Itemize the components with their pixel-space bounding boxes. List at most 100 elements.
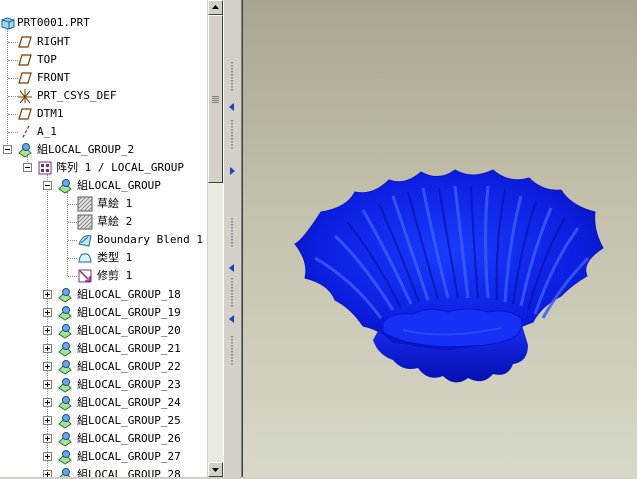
collapse-left-icon[interactable] bbox=[228, 313, 236, 323]
expand-toggle[interactable] bbox=[43, 398, 52, 407]
expand-toggle[interactable] bbox=[43, 326, 52, 335]
tree-item-label: 草絵 1 bbox=[97, 197, 133, 210]
surface-icon bbox=[77, 250, 93, 266]
splitter-grip bbox=[231, 336, 233, 366]
expand-toggle[interactable] bbox=[43, 290, 52, 299]
tree-item-label: 組LOCAL_GROUP_27 bbox=[77, 450, 181, 463]
tree-item-local-group-26[interactable]: 組LOCAL_GROUP_26 bbox=[0, 430, 207, 448]
model-tree: PRT0001.PRT RIGHT TOP FRONT PRT_CSYS_DEF… bbox=[0, 0, 207, 477]
group-icon bbox=[57, 287, 73, 303]
tree-root[interactable]: PRT0001.PRT bbox=[0, 14, 207, 32]
group-icon bbox=[57, 449, 73, 465]
pattern-icon bbox=[37, 160, 53, 176]
tree-item-label: TOP bbox=[37, 53, 57, 66]
tree-item-local-group-20[interactable]: 組LOCAL_GROUP_20 bbox=[0, 322, 207, 340]
tree-item-label: RIGHT bbox=[37, 35, 71, 48]
group-icon bbox=[57, 467, 73, 477]
tree-item-local-group-21[interactable]: 組LOCAL_GROUP_21 bbox=[0, 340, 207, 358]
tree-item-a1[interactable]: A_1 bbox=[0, 123, 207, 141]
expand-toggle[interactable] bbox=[43, 416, 52, 425]
tree-item-local-group-19[interactable]: 組LOCAL_GROUP_19 bbox=[0, 304, 207, 322]
tree-item-label: 組LOCAL_GROUP_18 bbox=[77, 288, 181, 301]
splitter-grip bbox=[231, 120, 233, 150]
datum-axis-icon bbox=[17, 124, 33, 140]
expand-toggle[interactable] bbox=[43, 470, 52, 477]
scroll-thumb[interactable] bbox=[208, 15, 223, 183]
tree-item-type-1[interactable]: 类型 1 bbox=[0, 249, 207, 267]
sketch-icon bbox=[77, 214, 93, 230]
boundary-blend-icon bbox=[77, 232, 93, 248]
tree-item-right[interactable]: RIGHT bbox=[0, 33, 207, 51]
tree-item-local-group-18[interactable]: 組LOCAL_GROUP_18 bbox=[0, 286, 207, 304]
tree-item-local-group-22[interactable]: 組LOCAL_GROUP_22 bbox=[0, 358, 207, 376]
tree-item-top[interactable]: TOP bbox=[0, 51, 207, 69]
expand-toggle[interactable] bbox=[43, 362, 52, 371]
tree-item-label: 組LOCAL_GROUP_24 bbox=[77, 396, 181, 409]
tree-item-label: 組LOCAL_GROUP_22 bbox=[77, 360, 181, 373]
graphics-viewport[interactable] bbox=[243, 0, 637, 477]
collapse-toggle[interactable] bbox=[23, 163, 32, 172]
tree-item-label: 草絵 2 bbox=[97, 215, 133, 228]
datum-plane-icon bbox=[17, 52, 33, 68]
tree-item-label: 組LOCAL_GROUP_20 bbox=[77, 324, 181, 337]
tree-item-trim-1[interactable]: 修剪 1 bbox=[0, 267, 207, 285]
tree-item-sketch-1[interactable]: 草絵 1 bbox=[0, 195, 207, 213]
tree-item-local-group-28[interactable]: 組LOCAL_GROUP_28 bbox=[0, 466, 207, 477]
tree-item-dtm1[interactable]: DTM1 bbox=[0, 105, 207, 123]
expand-toggle[interactable] bbox=[43, 434, 52, 443]
tree-item-boundary-blend-1[interactable]: Boundary Blend 1 bbox=[0, 231, 207, 249]
datum-plane-icon bbox=[17, 34, 33, 50]
tree-item-label: A_1 bbox=[37, 125, 57, 138]
expand-toggle[interactable] bbox=[43, 344, 52, 353]
panel-splitter[interactable] bbox=[223, 0, 243, 477]
tree-item-label: DTM1 bbox=[37, 107, 64, 120]
collapse-toggle[interactable] bbox=[43, 181, 52, 190]
arrow-down-icon bbox=[212, 468, 219, 472]
tree-item-label: 修剪 1 bbox=[97, 269, 133, 282]
tree-item-local-group-24[interactable]: 組LOCAL_GROUP_24 bbox=[0, 394, 207, 412]
splitter-grip bbox=[231, 278, 233, 308]
fluted-bowl-model bbox=[294, 169, 604, 383]
tree-item-pattern-1[interactable]: 阵列 1 / LOCAL_GROUP bbox=[0, 159, 207, 177]
tree-item-label: 阵列 1 / LOCAL_GROUP bbox=[56, 161, 184, 174]
tree-item-front[interactable]: FRONT bbox=[0, 69, 207, 87]
tree-item-local-group[interactable]: 組LOCAL_GROUP bbox=[0, 177, 207, 195]
tree-item-local-group-23[interactable]: 組LOCAL_GROUP_23 bbox=[0, 376, 207, 394]
group-icon bbox=[57, 359, 73, 375]
expand-toggle[interactable] bbox=[43, 308, 52, 317]
datum-plane-icon bbox=[17, 70, 33, 86]
tree-item-label: 組LOCAL_GROUP_19 bbox=[77, 306, 181, 319]
collapse-left-icon[interactable] bbox=[228, 262, 236, 272]
group-icon bbox=[57, 395, 73, 411]
tree-item-label: 組LOCAL_GROUP_21 bbox=[77, 342, 181, 355]
group-icon bbox=[17, 142, 33, 158]
expand-right-icon[interactable] bbox=[228, 165, 236, 175]
tree-item-label: 組LOCAL_GROUP bbox=[77, 179, 161, 192]
group-icon bbox=[57, 377, 73, 393]
group-icon bbox=[57, 413, 73, 429]
expand-toggle[interactable] bbox=[43, 380, 52, 389]
tree-item-label: 組LOCAL_GROUP_28 bbox=[77, 468, 181, 477]
tree-item-label: 組LOCAL_GROUP_2 bbox=[37, 143, 135, 156]
tree-scrollbar[interactable] bbox=[207, 0, 223, 477]
tree-item-label: 类型 1 bbox=[97, 251, 133, 264]
tree-item-local-group-25[interactable]: 組LOCAL_GROUP_25 bbox=[0, 412, 207, 430]
collapse-left-icon[interactable] bbox=[228, 101, 236, 111]
scroll-up-button[interactable] bbox=[208, 0, 223, 15]
collapse-toggle[interactable] bbox=[3, 145, 12, 154]
group-icon bbox=[57, 305, 73, 321]
tree-item-label: 組LOCAL_GROUP_26 bbox=[77, 432, 181, 445]
group-icon bbox=[57, 431, 73, 447]
tree-item-local-group-27[interactable]: 組LOCAL_GROUP_27 bbox=[0, 448, 207, 466]
tree-item-label: 組LOCAL_GROUP_23 bbox=[77, 378, 181, 391]
tree-item-local-group-2[interactable]: 組LOCAL_GROUP_2 bbox=[0, 141, 207, 159]
tree-item-sketch-2[interactable]: 草絵 2 bbox=[0, 213, 207, 231]
tree-item-prt-csys-def[interactable]: PRT_CSYS_DEF bbox=[0, 87, 207, 105]
expand-toggle[interactable] bbox=[43, 452, 52, 461]
tree-item-label: PRT0001.PRT bbox=[17, 16, 90, 29]
part-icon bbox=[0, 15, 16, 31]
group-icon bbox=[57, 341, 73, 357]
scroll-down-button[interactable] bbox=[208, 462, 223, 477]
arrow-up-icon bbox=[212, 5, 219, 9]
sketch-icon bbox=[77, 196, 93, 212]
